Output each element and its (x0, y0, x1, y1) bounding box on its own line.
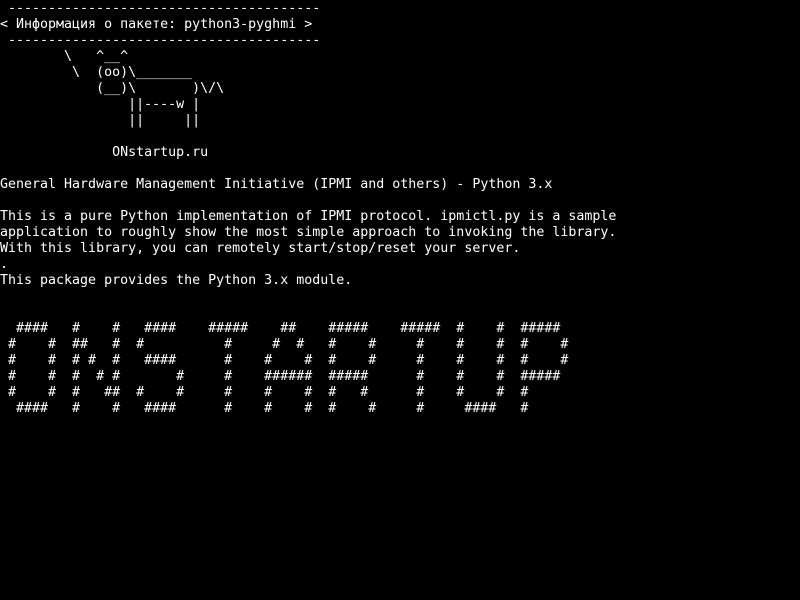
banner-line: # # # # # # # ###### ##### # # # ##### (0, 369, 561, 384)
description-line: With this library, you can remotely star… (0, 241, 521, 256)
banner-line: # # ## # # # # # # # # # # # # (0, 337, 569, 352)
cow-art-line: \ (oo)\_______ (0, 65, 193, 80)
description-line: application to roughly show the most sim… (0, 225, 617, 240)
description-line: . (0, 257, 9, 272)
cow-ascii-art: \ ^__^ \ (oo)\_______ (__)\ )\/\ ||----w… (0, 49, 224, 129)
speech-bubble-top-border: --------------------------------------- (0, 1, 321, 16)
description-line: This package provides the Python 3.x mod… (0, 273, 353, 288)
package-description: This is a pure Python implementation of … (0, 209, 616, 289)
banner-line: #### # # #### # # # # # # #### # (0, 401, 529, 416)
package-summary: General Hardware Management Initiative (… (0, 177, 553, 192)
banner-line: #### # # #### ##### ## ##### ##### # # #… (0, 321, 561, 336)
description-line: This is a pure Python implementation of … (0, 209, 617, 224)
terminal-screen: --------------------------------------- … (0, 0, 800, 600)
cow-art-line: \ ^__^ (0, 49, 129, 64)
cow-art-line: ||----w | (0, 97, 201, 112)
speech-bubble-bottom-border: --------------------------------------- (0, 33, 321, 48)
banner-line: # # # ## # # # # # # # # # # # (0, 385, 529, 400)
site-name: ONstartup.ru (0, 145, 209, 160)
banner-line: # # # # # #### # # # # # # # # # # (0, 353, 569, 368)
cow-art-line: || || (0, 113, 201, 128)
onstartup-ascii-banner: #### # # #### ##### ## ##### ##### # # #… (0, 321, 568, 417)
cow-art-line: (__)\ )\/\ (0, 81, 225, 96)
package-info-title: < Информация о пакете: python3-pyghmi > (0, 17, 313, 32)
